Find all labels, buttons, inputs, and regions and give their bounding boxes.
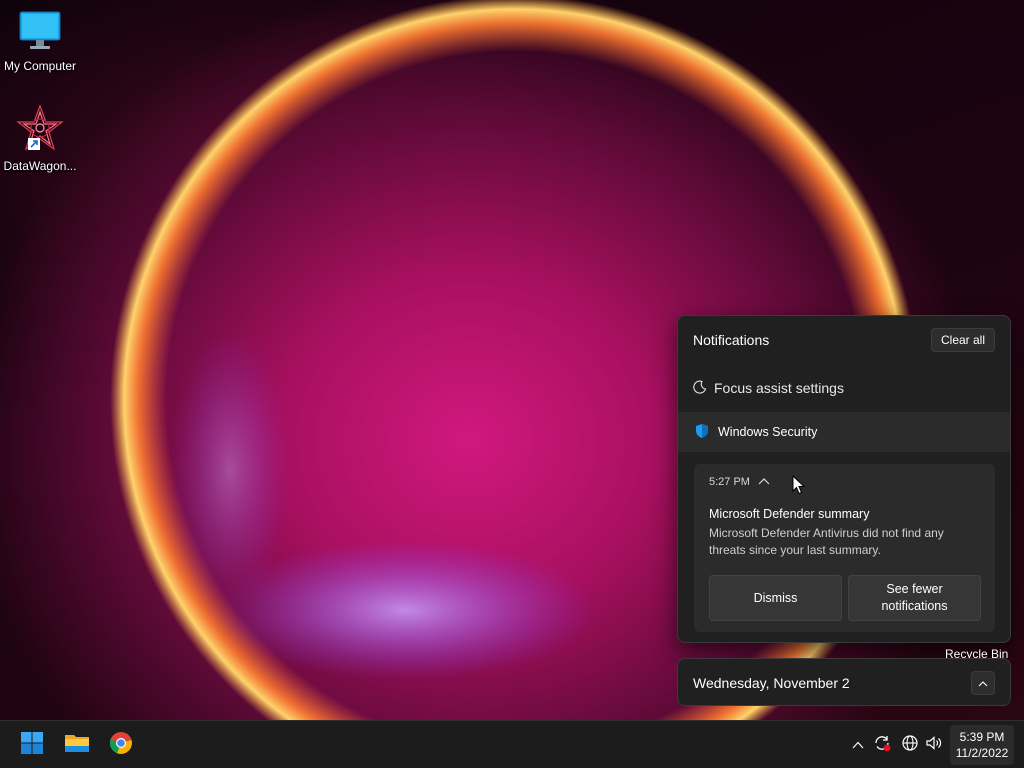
focus-assist-label: Focus assist settings <box>714 380 844 396</box>
calendar-date: Wednesday, November 2 <box>693 675 850 691</box>
start-button[interactable] <box>12 725 52 765</box>
datawagon-shortcut-icon <box>0 104 80 157</box>
notification-panel: Notifications Clear all Focus assist set… <box>677 315 1011 643</box>
start-icon <box>20 731 44 760</box>
moon-icon <box>693 380 707 397</box>
notification-card[interactable]: 5:27 PM Microsoft Defender summary Micro… <box>694 464 995 632</box>
notification-body: Microsoft Defender Antivirus did not fin… <box>709 526 944 557</box>
app-name-label: Windows Security <box>718 425 818 439</box>
taskbar-clock[interactable]: 5:39 PM 11/2/2022 <box>950 725 1014 765</box>
volume-tray-button[interactable] <box>922 733 946 757</box>
notification-time-row: 5:27 PM <box>709 476 770 488</box>
expand-calendar-button[interactable] <box>971 671 995 695</box>
monitor-icon <box>0 8 80 57</box>
chevron-up-icon[interactable] <box>758 476 770 488</box>
chrome-icon <box>109 731 133 760</box>
calendar-panel: Wednesday, November 2 <box>677 658 1011 706</box>
dismiss-button[interactable]: Dismiss <box>709 575 842 621</box>
notification-title: Microsoft Defender summary <box>709 507 870 521</box>
desktop-icon-datawagon[interactable]: DataWagon... <box>0 104 80 173</box>
notification-panel-title: Notifications <box>693 332 770 348</box>
clear-all-button[interactable]: Clear all <box>931 328 995 352</box>
focus-assist-settings-link[interactable]: Focus assist settings <box>693 378 844 398</box>
file-explorer-icon <box>64 732 90 759</box>
see-fewer-notifications-button[interactable]: See fewer notifications <box>848 575 981 621</box>
mouse-cursor-icon <box>792 474 806 500</box>
windows-security-shield-icon <box>694 423 710 442</box>
file-explorer-button[interactable] <box>57 725 97 765</box>
show-hidden-icons-button[interactable] <box>846 733 870 757</box>
chrome-button[interactable] <box>101 725 141 765</box>
notification-app-header[interactable]: Windows Security <box>678 412 1010 452</box>
desktop-icon-label: DataWagon... <box>3 159 77 173</box>
sync-icon <box>873 734 891 757</box>
sync-tray-button[interactable] <box>870 733 894 757</box>
chevron-up-icon <box>852 736 864 754</box>
desktop-icon-label: My Computer <box>3 59 77 73</box>
volume-icon <box>925 734 943 757</box>
clock-date: 11/2/2022 <box>955 746 1009 760</box>
network-tray-button[interactable] <box>898 733 922 757</box>
desktop-icon-my-computer[interactable]: My Computer <box>0 8 80 73</box>
clock-time: 5:39 PM <box>959 730 1005 744</box>
notification-time: 5:27 PM <box>709 476 750 488</box>
see-fewer-label: See fewer notifications <box>881 582 948 613</box>
chevron-up-icon <box>978 674 988 692</box>
globe-icon <box>901 734 919 757</box>
taskbar: 5:39 PM 11/2/2022 <box>0 720 1024 768</box>
